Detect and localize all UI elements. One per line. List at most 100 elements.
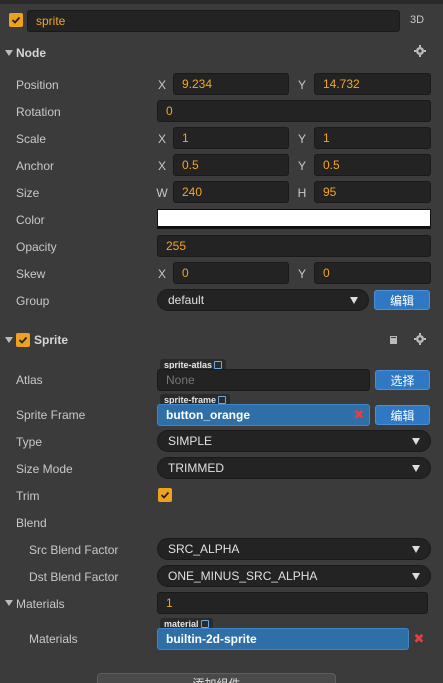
sprite-frame-label: Sprite Frame (16, 408, 86, 422)
tab-strip (0, 0, 443, 4)
sprite-frame-value: button_orange (166, 408, 250, 422)
color-alpha-bar (157, 226, 431, 229)
material-item-label: Materials (29, 632, 78, 646)
type-value: SIMPLE (168, 434, 213, 448)
material-asset-field[interactable]: builtin-2d-sprite (157, 628, 409, 650)
anchor-y-input[interactable]: 0.5 (314, 154, 431, 176)
color-label: Color (16, 213, 45, 227)
group-dropdown[interactable]: default (157, 289, 369, 311)
anchor-y-value: 0.5 (323, 158, 340, 172)
blend-label: Blend (16, 516, 47, 530)
node-name-field[interactable]: sprite (27, 10, 400, 32)
sprite-section-header[interactable]: Sprite (0, 328, 443, 352)
size-w-input[interactable]: 240 (173, 181, 289, 203)
anchor-label: Anchor (16, 159, 55, 173)
src-blend-label: Src Blend Factor (29, 543, 119, 557)
position-x-input[interactable]: 9.234 (173, 73, 289, 95)
atlas-asset-field[interactable]: None (157, 369, 370, 391)
3d-mode-toggle[interactable]: 3D (410, 14, 424, 26)
anchor-x-value: 0.5 (182, 158, 199, 172)
check-icon (160, 491, 170, 499)
size-h-input[interactable]: 95 (314, 181, 431, 203)
opacity-label: Opacity (16, 240, 57, 254)
trim-checkbox[interactable] (158, 488, 172, 502)
gear-icon[interactable] (414, 333, 426, 345)
group-label: Group (16, 294, 50, 308)
link-icon[interactable] (214, 361, 223, 369)
materials-label: Materials (16, 597, 65, 611)
skew-y-value: 0 (323, 266, 330, 280)
link-icon[interactable] (218, 396, 227, 404)
position-x-axis[interactable]: X (156, 78, 168, 92)
dst-blend-label: Dst Blend Factor (29, 570, 119, 584)
scale-x-axis[interactable]: X (156, 132, 168, 146)
scale-y-input[interactable]: 1 (314, 127, 431, 149)
scale-x-input[interactable]: 1 (173, 127, 289, 149)
position-label: Position (16, 78, 59, 92)
node-section-header[interactable]: Node (0, 41, 443, 65)
clear-x-icon[interactable]: ✖ (351, 407, 367, 423)
dst-blend-dropdown[interactable]: ONE_MINUS_SRC_ALPHA (157, 565, 431, 587)
link-icon[interactable] (200, 620, 209, 628)
position-y-input[interactable]: 14.732 (314, 73, 431, 95)
opacity-value: 255 (166, 239, 187, 253)
type-label: Type (16, 435, 43, 449)
size-w-value: 240 (182, 185, 203, 199)
anchor-x-axis[interactable]: X (156, 159, 168, 173)
node-section-title: Node (16, 46, 46, 60)
chevron-down-icon (412, 572, 420, 580)
collapse-triangle-icon[interactable] (5, 600, 13, 606)
add-component-button[interactable]: 添加组件 (97, 673, 336, 683)
src-blend-value: SRC_ALPHA (168, 542, 240, 556)
skew-y-input[interactable]: 0 (314, 262, 431, 284)
size-label: Size (16, 186, 40, 200)
materials-count-input[interactable]: 1 (157, 592, 428, 614)
size-h-axis[interactable]: H (296, 186, 308, 200)
rotation-input[interactable]: 0 (157, 100, 431, 122)
scale-label: Scale (16, 132, 47, 146)
skew-x-value: 0 (182, 266, 189, 280)
position-y-value: 14.732 (323, 77, 360, 91)
anchor-x-input[interactable]: 0.5 (173, 154, 289, 176)
size-h-value: 95 (323, 185, 337, 199)
size-w-axis[interactable]: W (156, 186, 168, 200)
scale-y-axis[interactable]: Y (296, 132, 308, 146)
src-blend-dropdown[interactable]: SRC_ALPHA (157, 538, 431, 560)
size-mode-dropdown[interactable]: TRIMMED (157, 457, 431, 479)
node-name-value: sprite (36, 14, 66, 28)
book-icon[interactable] (389, 334, 399, 344)
trim-label: Trim (16, 489, 40, 503)
material-value: builtin-2d-sprite (166, 632, 257, 646)
skew-x-axis[interactable]: X (156, 267, 168, 281)
scale-y-value: 1 (323, 131, 330, 145)
rotation-label: Rotation (16, 105, 61, 119)
skew-x-input[interactable]: 0 (173, 262, 289, 284)
gear-icon[interactable] (414, 45, 426, 57)
dst-blend-value: ONE_MINUS_SRC_ALPHA (168, 569, 318, 583)
sprite-frame-asset-field[interactable]: button_orange (157, 404, 370, 426)
clear-x-icon[interactable]: ✖ (411, 631, 427, 647)
group-edit-button[interactable]: 编辑 (374, 290, 430, 310)
node-active-checkbox[interactable] (9, 13, 23, 27)
type-dropdown[interactable]: SIMPLE (157, 430, 431, 452)
atlas-select-button[interactable]: 选择 (375, 370, 430, 390)
atlas-value: None (166, 373, 195, 387)
anchor-y-axis[interactable]: Y (296, 159, 308, 173)
position-y-axis[interactable]: Y (296, 78, 308, 92)
skew-y-axis[interactable]: Y (296, 267, 308, 281)
size-mode-label: Size Mode (16, 462, 73, 476)
check-icon (18, 336, 28, 344)
collapse-triangle-icon[interactable] (5, 50, 13, 56)
position-x-value: 9.234 (182, 77, 213, 91)
rotation-value: 0 (166, 104, 173, 118)
chevron-down-icon (412, 464, 420, 472)
scale-x-value: 1 (182, 131, 189, 145)
chevron-down-icon (412, 437, 420, 445)
collapse-triangle-icon[interactable] (5, 337, 13, 343)
sprite-enabled-checkbox[interactable] (16, 333, 30, 347)
chevron-down-icon (350, 296, 358, 304)
opacity-input[interactable]: 255 (157, 235, 431, 257)
chevron-down-icon (412, 545, 420, 553)
sprite-section-title: Sprite (34, 333, 69, 347)
sprite-frame-edit-button[interactable]: 编辑 (375, 405, 430, 425)
